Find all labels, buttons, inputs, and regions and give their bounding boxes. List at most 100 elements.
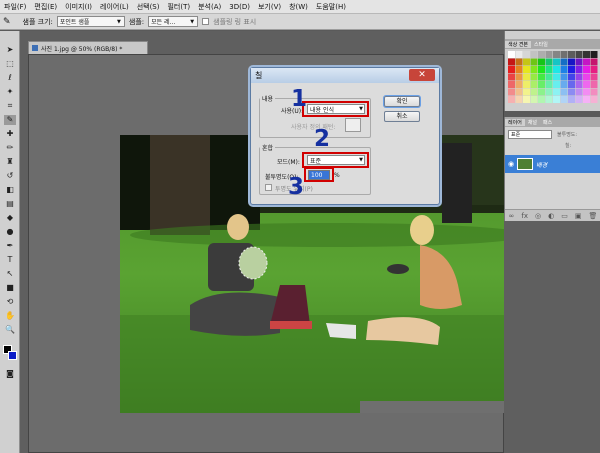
swatch-cell[interactable] — [508, 73, 515, 81]
swatch-cell[interactable] — [583, 73, 590, 81]
3d-rotate-icon[interactable]: ⟲ — [4, 297, 16, 307]
history-brush-icon[interactable]: ↺ — [4, 171, 16, 181]
swatch-cell[interactable] — [560, 81, 568, 88]
type-tool-icon[interactable]: T — [4, 255, 16, 265]
blend-mode-select[interactable]: 표준 — [508, 130, 552, 139]
swatch-cell[interactable] — [515, 51, 523, 58]
eyedropper-icon[interactable]: ✎ — [3, 17, 11, 27]
new-layer-icon[interactable]: ▣ — [575, 212, 582, 220]
swatch-cell[interactable] — [575, 96, 583, 103]
menu-select[interactable]: 선택(S) — [133, 2, 164, 12]
sample-select[interactable]: 모든 레... ▼ — [148, 16, 199, 27]
swatch-cell[interactable] — [545, 66, 553, 73]
swatch-cell[interactable] — [553, 88, 560, 96]
eraser-tool-icon[interactable]: ◧ — [4, 185, 16, 195]
swatch-cell[interactable] — [545, 58, 553, 66]
healing-brush-icon[interactable]: ✚ — [4, 129, 16, 139]
swatch-cell[interactable] — [590, 81, 598, 88]
zoom-tool-icon[interactable]: 🔍 — [4, 325, 16, 335]
swatch-cell[interactable] — [568, 51, 575, 58]
menu-window[interactable]: 창(W) — [285, 2, 312, 12]
menu-filter[interactable]: 필터(T) — [163, 2, 194, 12]
quick-select-tool-icon[interactable]: ✦ — [4, 87, 16, 97]
mask-icon[interactable]: ◎ — [535, 212, 541, 220]
swatch-cell[interactable] — [590, 58, 598, 66]
layer-row-background[interactable]: ◉ 배경 — [505, 155, 600, 173]
swatch-cell[interactable] — [575, 58, 583, 66]
swatch-cell[interactable] — [508, 81, 515, 88]
swatch-cell[interactable] — [515, 81, 523, 88]
swatch-cell[interactable] — [523, 51, 530, 58]
menu-3d[interactable]: 3D(D) — [225, 3, 254, 11]
swatch-cell[interactable] — [530, 81, 538, 88]
swatch-cell[interactable] — [568, 73, 575, 81]
swatch-cell[interactable] — [538, 66, 545, 73]
swatch-cell[interactable] — [538, 81, 545, 88]
close-icon[interactable]: ✕ — [409, 69, 435, 81]
swatch-cell[interactable] — [508, 51, 515, 58]
menu-layer[interactable]: 레이어(L) — [96, 2, 133, 12]
swatch-cell[interactable] — [538, 96, 545, 103]
swatch-cell[interactable] — [515, 73, 523, 81]
swatch-cell[interactable] — [553, 81, 560, 88]
fx-icon[interactable]: fx — [521, 212, 528, 220]
swatch-cell[interactable] — [568, 81, 575, 88]
swatch-cell[interactable] — [583, 88, 590, 96]
swatch-cell[interactable] — [530, 66, 538, 73]
gradient-tool-icon[interactable]: ▤ — [4, 199, 16, 209]
ok-button[interactable]: 확인 — [384, 96, 420, 107]
link-icon[interactable]: ∞ — [509, 212, 515, 220]
quick-mask-icon[interactable]: ◙ — [4, 369, 16, 379]
swatch-cell[interactable] — [553, 58, 560, 66]
swatch-cell[interactable] — [530, 73, 538, 81]
dodge-tool-icon[interactable]: ● — [4, 227, 16, 237]
brush-tool-icon[interactable]: ✏ — [4, 143, 16, 153]
swatch-cell[interactable] — [583, 81, 590, 88]
swatch-cell[interactable] — [560, 88, 568, 96]
swatch-cell[interactable] — [545, 81, 553, 88]
tab-channels[interactable]: 채널 — [525, 119, 540, 126]
swatch-cell[interactable] — [538, 58, 545, 66]
cancel-button[interactable]: 취소 — [384, 111, 420, 122]
swatch-cell[interactable] — [523, 96, 530, 103]
background-color-swatch[interactable] — [8, 351, 17, 360]
folder-icon[interactable]: ▭ — [561, 212, 568, 220]
move-tool-icon[interactable]: ➤ — [4, 45, 16, 55]
marquee-tool-icon[interactable]: ⬚ — [4, 59, 16, 69]
adjustment-icon[interactable]: ◐ — [548, 212, 554, 220]
tab-swatches[interactable]: 색상 견본 — [505, 40, 531, 48]
swatch-cell[interactable] — [560, 73, 568, 81]
swatch-cell[interactable] — [538, 51, 545, 58]
swatch-cell[interactable] — [583, 66, 590, 73]
menu-analysis[interactable]: 분석(A) — [194, 2, 225, 12]
swatch-cell[interactable] — [568, 96, 575, 103]
swatch-cell[interactable] — [568, 88, 575, 96]
hand-tool-icon[interactable]: ✋ — [4, 311, 16, 321]
swatch-cell[interactable] — [545, 88, 553, 96]
swatch-cell[interactable] — [575, 66, 583, 73]
pattern-swatch[interactable] — [345, 118, 361, 132]
tab-styles[interactable]: 스타일 — [531, 41, 551, 48]
eye-icon[interactable]: ◉ — [508, 160, 514, 168]
swatch-cell[interactable] — [553, 51, 560, 58]
swatch-cell[interactable] — [568, 58, 575, 66]
swatch-cell[interactable] — [545, 96, 553, 103]
path-select-icon[interactable]: ↖ — [4, 269, 16, 279]
swatch-cell[interactable] — [560, 58, 568, 66]
swatch-cell[interactable] — [553, 66, 560, 73]
crop-tool-icon[interactable]: ⌗ — [4, 101, 16, 111]
swatch-cell[interactable] — [538, 73, 545, 81]
swatch-cell[interactable] — [523, 88, 530, 96]
swatch-cell[interactable] — [560, 66, 568, 73]
swatch-cell[interactable] — [575, 81, 583, 88]
swatch-cell[interactable] — [538, 88, 545, 96]
swatch-cell[interactable] — [523, 73, 530, 81]
swatch-cell[interactable] — [583, 58, 590, 66]
swatch-cell[interactable] — [575, 51, 583, 58]
preserve-transparency-checkbox[interactable] — [265, 184, 272, 191]
swatch-cell[interactable] — [575, 88, 583, 96]
swatch-cell[interactable] — [530, 96, 538, 103]
swatch-cell[interactable] — [530, 88, 538, 96]
swatch-cell[interactable] — [575, 73, 583, 81]
swatch-cell[interactable] — [515, 88, 523, 96]
